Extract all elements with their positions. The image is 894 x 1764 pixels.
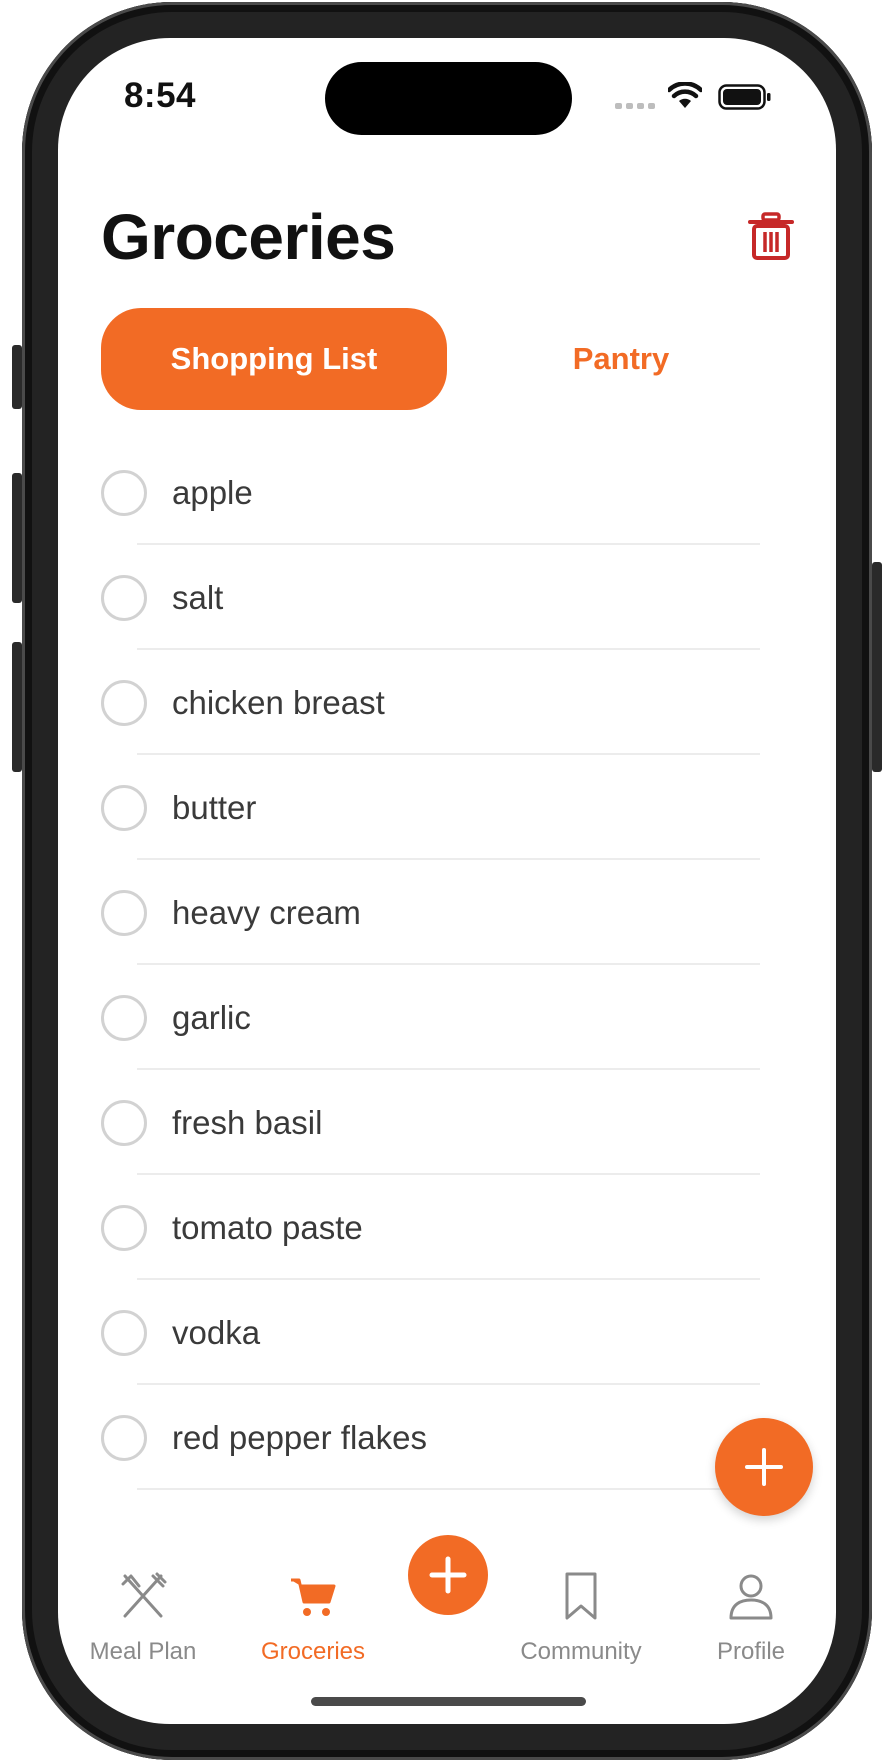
list-item[interactable]: fresh basil (0, 1070, 894, 1175)
home-indicator (311, 1697, 586, 1706)
bookmark-icon (565, 1572, 597, 1620)
list-item[interactable]: vodka (0, 1280, 894, 1385)
plus-icon (429, 1556, 467, 1594)
checkbox-circle[interactable] (101, 1415, 147, 1461)
add-item-button[interactable] (715, 1418, 813, 1516)
item-label: salt (172, 579, 224, 616)
nav-profile[interactable]: Profile (676, 1570, 826, 1670)
nav-groceries[interactable]: Groceries (238, 1570, 388, 1670)
nav-community[interactable]: Community (506, 1570, 656, 1670)
page-title: Groceries (101, 201, 396, 273)
fork-knife-icon (121, 1572, 167, 1618)
checkbox-circle[interactable] (101, 680, 147, 726)
nav-label: Community (520, 1638, 642, 1665)
checkbox-circle[interactable] (101, 785, 147, 831)
cellular-signal-icon (615, 103, 655, 109)
item-label: butter (172, 789, 257, 826)
item-label: vodka (172, 1314, 261, 1351)
checkbox-circle[interactable] (101, 890, 147, 936)
item-label: tomato paste (172, 1209, 363, 1246)
checkbox-circle[interactable] (101, 575, 147, 621)
list-item[interactable]: garlic (0, 965, 894, 1070)
item-label: fresh basil (172, 1104, 323, 1141)
list-item[interactable]: heavy cream (0, 860, 894, 965)
trash-icon[interactable] (748, 212, 794, 260)
checkbox-circle[interactable] (101, 1205, 147, 1251)
item-label: chicken breast (172, 684, 385, 721)
divider (137, 1488, 760, 1490)
list-item[interactable]: salt (0, 545, 894, 650)
checkbox-circle[interactable] (101, 995, 147, 1041)
nav-label: Meal Plan (89, 1638, 197, 1665)
wifi-icon (668, 82, 702, 108)
list-item[interactable]: butter (0, 755, 894, 860)
checkbox-circle[interactable] (101, 1310, 147, 1356)
nav-add-button[interactable] (408, 1535, 488, 1615)
person-icon (729, 1574, 773, 1620)
battery-icon (718, 84, 771, 110)
nav-label: Groceries (260, 1638, 366, 1665)
dynamic-island (325, 62, 572, 135)
status-time: 8:54 (123, 76, 197, 115)
item-label: heavy cream (172, 894, 361, 931)
tab-pantry[interactable]: Pantry (448, 308, 794, 410)
checkbox-circle[interactable] (101, 470, 147, 516)
cart-icon (291, 1578, 336, 1616)
item-label: apple (172, 474, 253, 511)
tab-shopping-list[interactable]: Shopping List (101, 308, 447, 410)
plus-icon (745, 1448, 783, 1486)
shopping-list: apple salt chicken breast butter heavy c… (0, 440, 894, 1490)
list-item[interactable]: chicken breast (0, 650, 894, 755)
list-item[interactable]: apple (0, 440, 894, 545)
nav-meal-plan[interactable]: Meal Plan (68, 1570, 218, 1670)
checkbox-circle[interactable] (101, 1100, 147, 1146)
mute-switch (12, 345, 22, 409)
list-item[interactable]: tomato paste (0, 1175, 894, 1280)
item-label: garlic (172, 999, 251, 1036)
nav-label: Profile (716, 1638, 786, 1665)
item-label: red pepper flakes (172, 1419, 427, 1456)
